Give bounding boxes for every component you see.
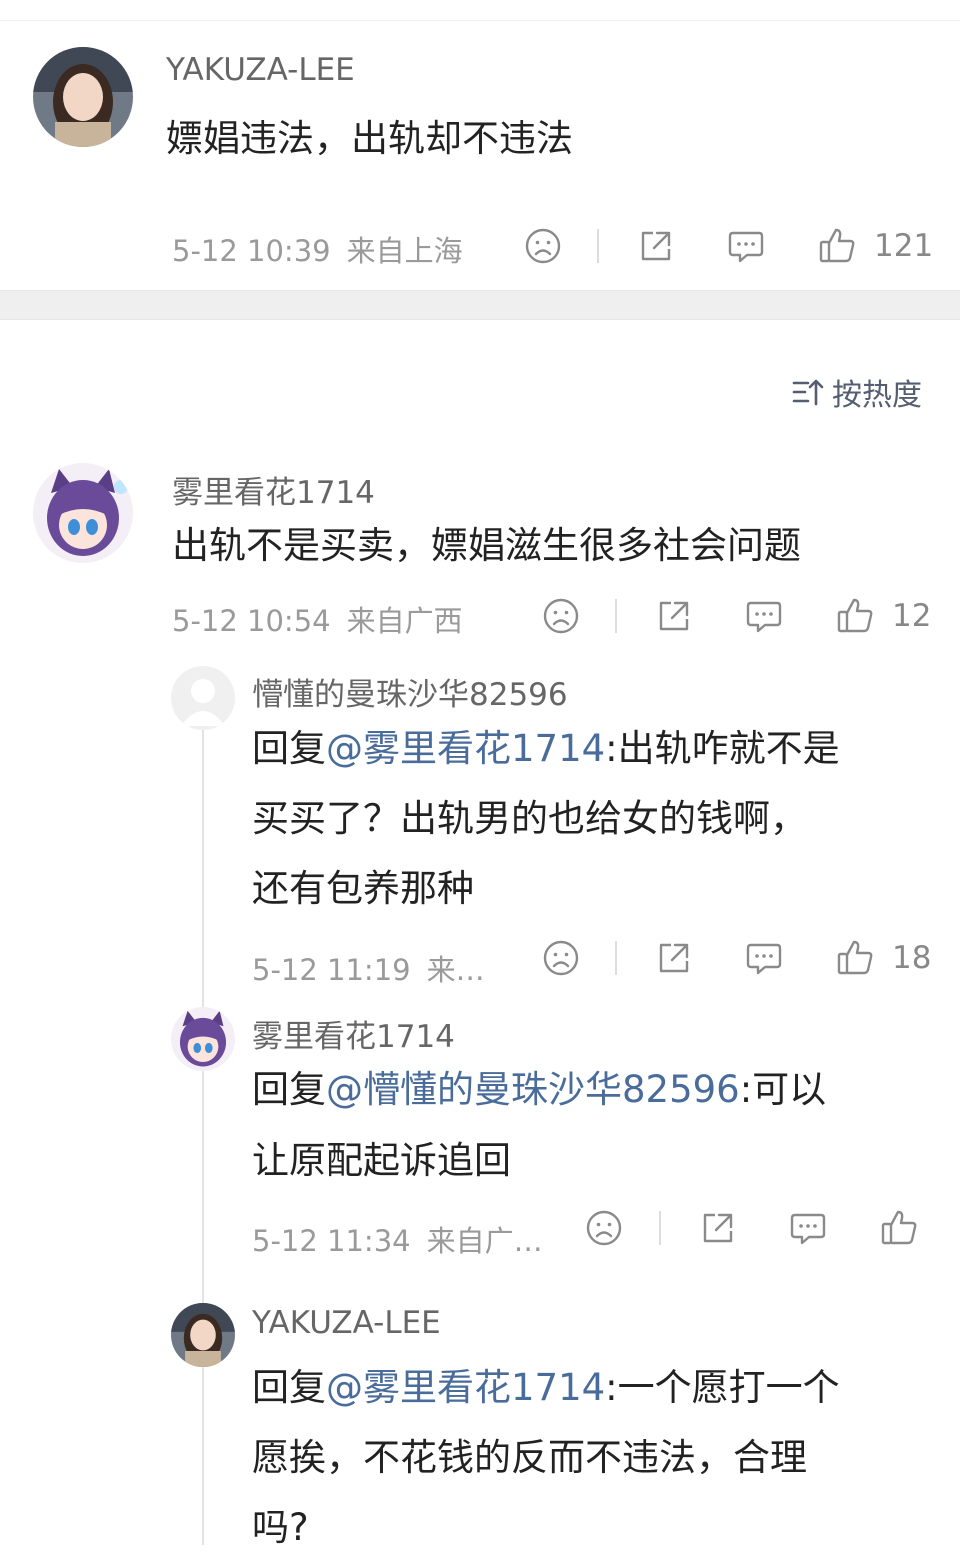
- share-button[interactable]: [653, 938, 695, 978]
- reply-text: 回复@雾里看花1714:一个愿打一个: [252, 1353, 840, 1423]
- like-count: 121: [874, 228, 934, 264]
- reply-button[interactable]: [787, 1208, 829, 1248]
- reply-text-line3: 吗?: [252, 1506, 309, 1549]
- comment-text: 嫖娼违法，出轨却不违法: [166, 117, 573, 160]
- action-divider: [659, 1211, 661, 1245]
- share-icon: [703, 1213, 733, 1243]
- reply-prefix: 回复: [252, 1068, 326, 1111]
- frown-face-icon: [543, 940, 579, 976]
- sort-icon: [792, 379, 824, 406]
- reply-text: 回复@雾里看花1714:出轨咋就不是: [252, 714, 840, 784]
- action-divider: [615, 941, 617, 975]
- reply-text-line1: :可以: [739, 1068, 827, 1111]
- like-count: 18: [892, 940, 932, 976]
- frown-face-icon: [586, 1210, 622, 1246]
- reply-text-line2: 愿挨，不花钱的反而不违法，合理: [252, 1436, 807, 1479]
- reply-time: 5-12 11:19: [252, 953, 411, 987]
- reply-username[interactable]: 雾里看花1714: [252, 1011, 455, 1056]
- dislike-button[interactable]: [540, 938, 582, 978]
- action-divider: [597, 229, 599, 263]
- reply-prefix: 回复: [252, 1366, 326, 1409]
- reply-location: 来自广…: [426, 1224, 543, 1258]
- dislike-button[interactable]: [540, 596, 582, 636]
- like-button[interactable]: [834, 936, 876, 978]
- sort-toggle[interactable]: 按热度: [792, 370, 922, 414]
- reply-time: 5-12 11:34: [252, 1224, 411, 1258]
- comment-location: 来自广西: [346, 604, 463, 638]
- sort-label: 按热度: [832, 378, 922, 413]
- section-divider: [0, 290, 960, 320]
- thumbs-up-icon: [881, 1210, 917, 1245]
- dislike-button[interactable]: [522, 226, 564, 266]
- reply-text-line1: :出轨咋就不是: [605, 727, 840, 770]
- reply-location: 来…: [426, 953, 485, 987]
- comment-username[interactable]: 雾里看花1714: [172, 467, 375, 512]
- avatar[interactable]: [171, 1007, 235, 1071]
- comment-bubble-icon: [728, 231, 764, 263]
- like-count: 12: [892, 598, 932, 634]
- reply-text-line2: 让原配起诉追回: [252, 1139, 511, 1182]
- top-divider: [0, 20, 960, 21]
- reply-button[interactable]: [743, 938, 785, 978]
- reply-text-line1: :一个愿打一个: [605, 1366, 840, 1409]
- reply-text-line3: 还有包养那种: [252, 867, 474, 910]
- dislike-button[interactable]: [583, 1208, 625, 1248]
- mention-link[interactable]: @懵懂的曼珠沙华82596: [326, 1068, 740, 1111]
- comment-bubble-icon: [790, 1213, 826, 1245]
- share-icon: [641, 231, 671, 261]
- action-divider: [615, 599, 617, 633]
- frown-face-icon: [543, 598, 579, 634]
- mention-link[interactable]: @雾里看花1714: [326, 1366, 605, 1409]
- comment-bubble-icon: [746, 601, 782, 633]
- reply-prefix: 回复: [252, 727, 326, 770]
- like-button[interactable]: [878, 1206, 920, 1248]
- reply-username[interactable]: 懵懂的曼珠沙华82596: [252, 669, 568, 714]
- comment-meta: 5-12 10:54 来自广西: [172, 598, 463, 640]
- comment-time: 5-12 10:54: [172, 604, 331, 638]
- like-button[interactable]: [834, 594, 876, 636]
- comment-meta: 5-12 10:39 来自上海: [172, 228, 463, 270]
- reply-username[interactable]: YAKUZA-LEE: [252, 1305, 441, 1341]
- share-button[interactable]: [635, 226, 677, 266]
- mention-link[interactable]: @雾里看花1714: [326, 727, 605, 770]
- reply-button[interactable]: [725, 226, 767, 266]
- share-icon: [659, 943, 689, 973]
- comment-time: 5-12 10:39: [172, 234, 331, 268]
- reply-meta: 5-12 11:34 来自广…: [252, 1218, 543, 1260]
- avatar[interactable]: [171, 666, 235, 730]
- comment-bubble-icon: [746, 943, 782, 975]
- like-button[interactable]: [816, 224, 858, 266]
- share-button[interactable]: [653, 596, 695, 636]
- comment-location: 来自上海: [346, 234, 463, 268]
- comment-text: 出轨不是买卖，嫖娼滋生很多社会问题: [172, 524, 801, 567]
- share-button[interactable]: [697, 1208, 739, 1248]
- reply-meta: 5-12 11:19 来…: [252, 947, 485, 989]
- share-icon: [659, 601, 689, 631]
- reply-button[interactable]: [743, 596, 785, 636]
- thumbs-up-icon: [837, 940, 873, 975]
- comment-username[interactable]: YAKUZA-LEE: [166, 52, 355, 88]
- frown-face-icon: [525, 228, 561, 264]
- reply-text: 回复@懵懂的曼珠沙华82596:可以: [252, 1055, 826, 1125]
- avatar[interactable]: [171, 1303, 235, 1367]
- thumbs-up-icon: [819, 228, 855, 263]
- thread-line: [202, 728, 204, 1545]
- avatar[interactable]: [33, 47, 133, 147]
- reply-text-line2: 买买了？出轨男的也给女的钱啊，: [252, 797, 807, 840]
- thumbs-up-icon: [837, 598, 873, 633]
- avatar[interactable]: [33, 463, 133, 563]
